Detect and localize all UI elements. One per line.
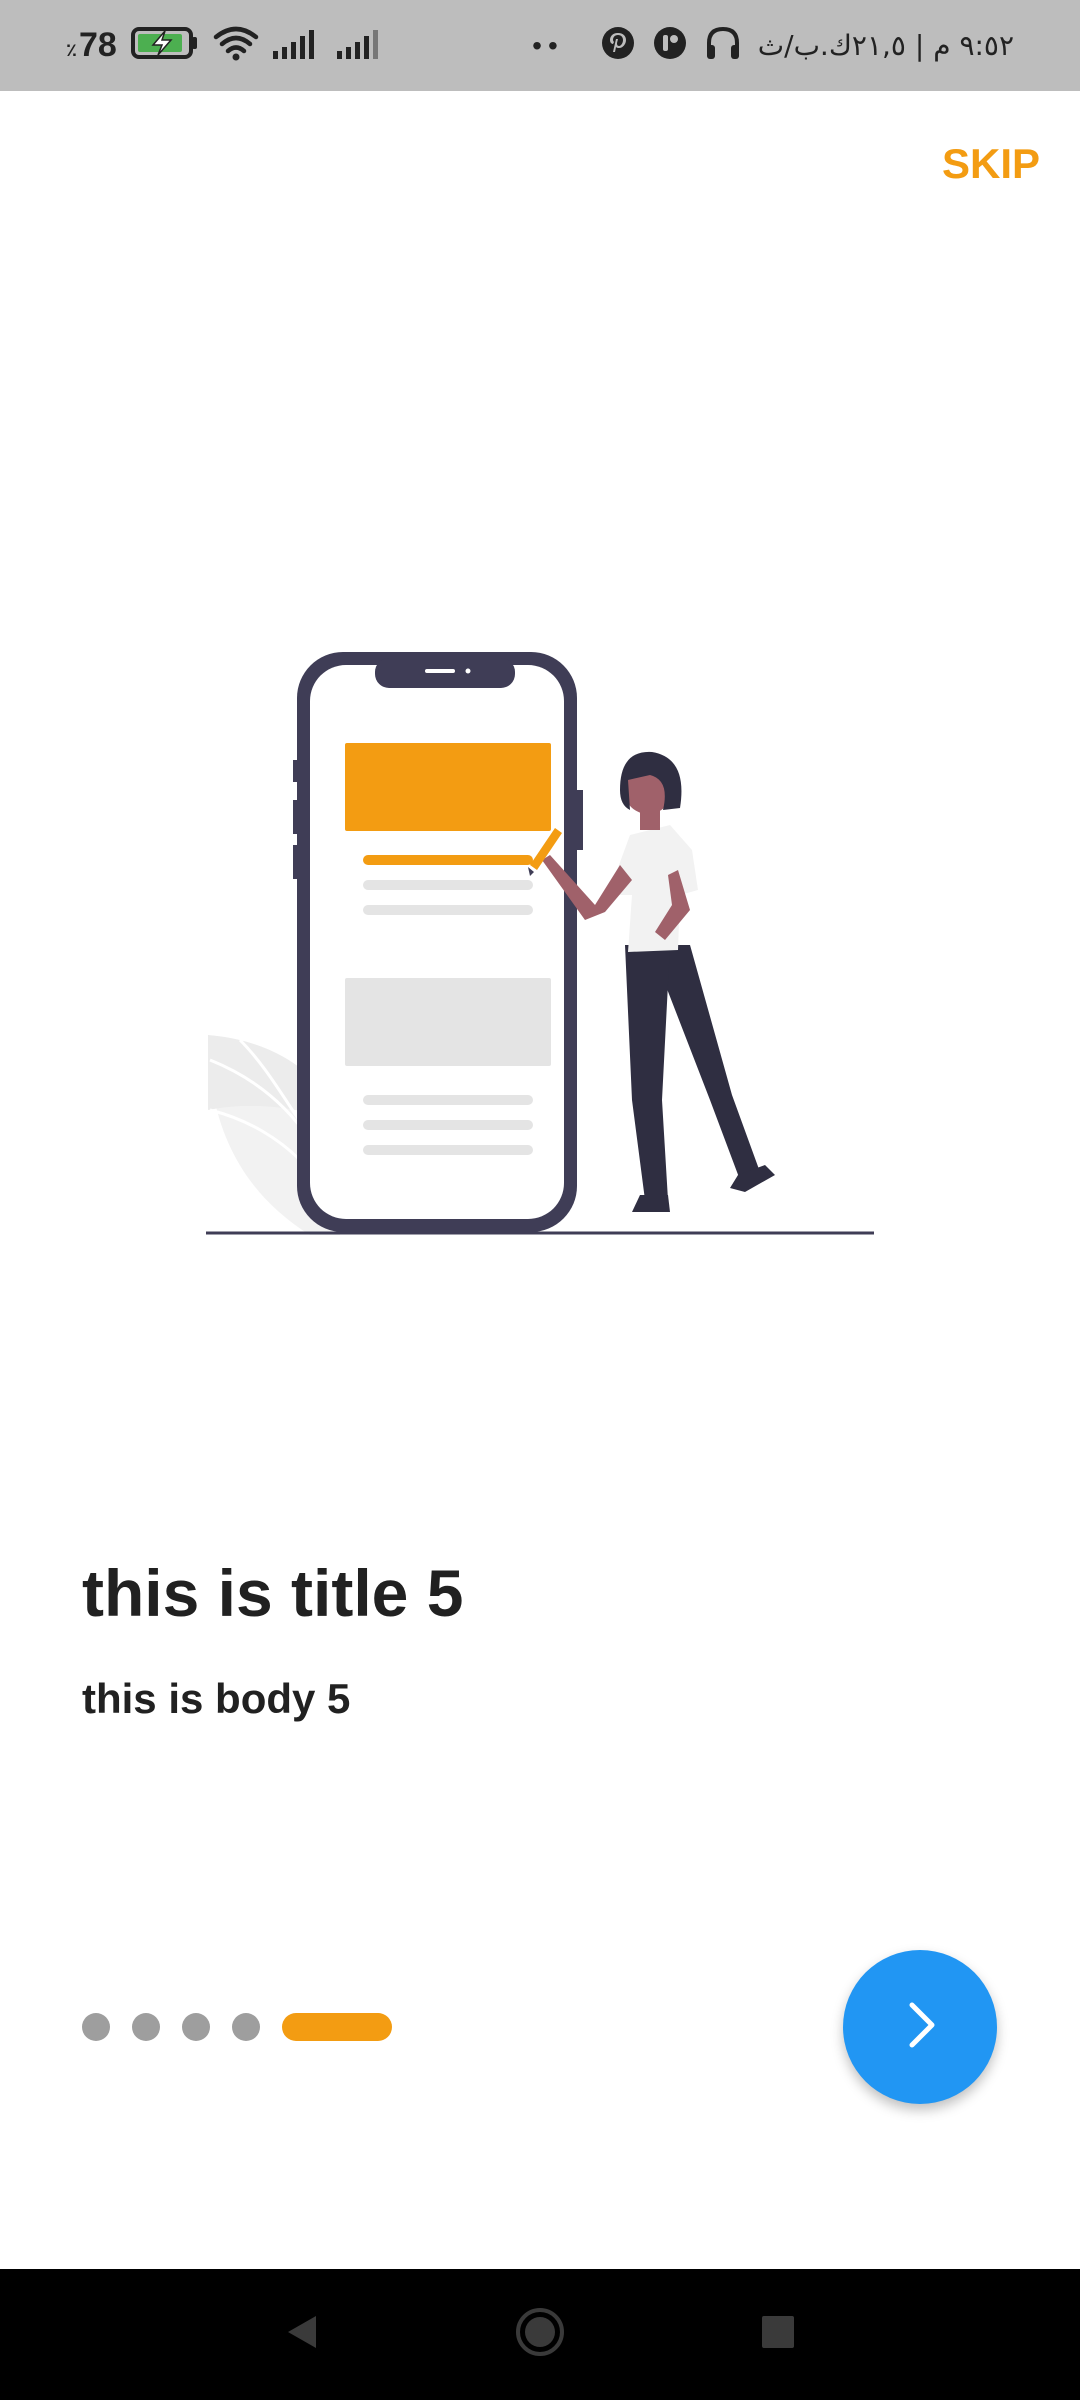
signal-icon — [272, 27, 323, 64]
battery-charging-icon — [130, 26, 199, 65]
status-bar: ٪ 78 •• ٩:٥٢ م | ٢١,٥ك.ب/ث — [0, 0, 1080, 91]
app-icon — [652, 25, 688, 66]
page-dot-5-active[interactable] — [282, 2013, 392, 2041]
phone-person-illustration — [206, 652, 874, 1235]
wifi-icon — [213, 25, 259, 66]
recents-icon — [760, 2314, 796, 2355]
back-icon — [282, 2312, 322, 2357]
page-dot-2[interactable] — [132, 2013, 160, 2041]
battery-level: ٪ 78 — [66, 26, 117, 65]
pinterest-icon — [600, 25, 636, 66]
page-dot-4[interactable] — [232, 2013, 260, 2041]
next-button[interactable] — [843, 1950, 997, 2104]
chevron-right-icon — [890, 1995, 950, 2060]
system-nav-bar — [0, 2269, 1080, 2400]
home-button[interactable] — [480, 2269, 600, 2400]
status-bar-left: ٪ 78 — [66, 0, 387, 91]
page-dot-3[interactable] — [182, 2013, 210, 2041]
notification-dots: •• — [532, 29, 564, 61]
onboarding-illustration — [200, 640, 880, 1240]
recents-button[interactable] — [718, 2269, 838, 2400]
battery-level-value: 78 — [79, 26, 117, 64]
phone-drawing — [293, 652, 583, 1232]
page-title: this is title 5 — [82, 1556, 464, 1630]
battery-percent-sign: ٪ — [66, 40, 77, 60]
back-button[interactable] — [242, 2269, 362, 2400]
status-bar-right: •• ٩:٥٢ م | ٢١,٥ك.ب/ث — [532, 0, 1014, 91]
status-time: ٩:٥٢ م | ٢١,٥ك.ب/ث — [757, 29, 1014, 62]
onboarding-screen: ٪ 78 •• ٩:٥٢ م | ٢١,٥ك.ب/ث SKIP this is … — [0, 0, 1080, 2400]
signal-icon-2 — [336, 27, 387, 64]
page-indicator — [82, 2013, 392, 2041]
home-icon — [514, 2306, 566, 2363]
skip-button[interactable]: SKIP — [942, 140, 1040, 188]
page-body: this is body 5 — [82, 1675, 351, 1722]
page-dot-1[interactable] — [82, 2013, 110, 2041]
headphones-icon — [704, 25, 742, 66]
